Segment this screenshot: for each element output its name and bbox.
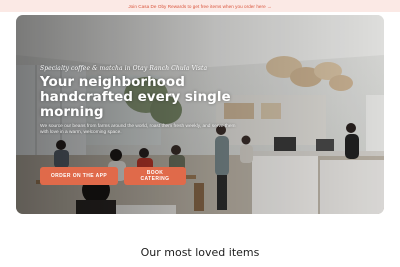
hero-banner: Specialty coffee & matcha in Otay Ranch … [16, 15, 384, 214]
hero-description: We source our beans from farms around th… [40, 124, 236, 136]
section-title-loved-items: Our most loved items [140, 246, 260, 259]
order-on-app-button[interactable]: ORDER ON THE APP [40, 167, 118, 185]
hero-content: Specialty coffee & matcha in Otay Ranch … [40, 65, 260, 136]
hero-tagline: Specialty coffee & matcha in Otay Ranch … [40, 65, 208, 72]
promo-link[interactable]: Join Casa De Oby Rewards to get free ite… [128, 4, 271, 9]
promo-bar: Join Casa De Oby Rewards to get free ite… [0, 0, 400, 12]
book-catering-button[interactable]: BOOK CATERING [124, 167, 186, 185]
hero-actions: ORDER ON THE APP BOOK CATERING [40, 167, 186, 185]
hero-headline: Your neighborhood handcrafted every sing… [40, 74, 231, 120]
